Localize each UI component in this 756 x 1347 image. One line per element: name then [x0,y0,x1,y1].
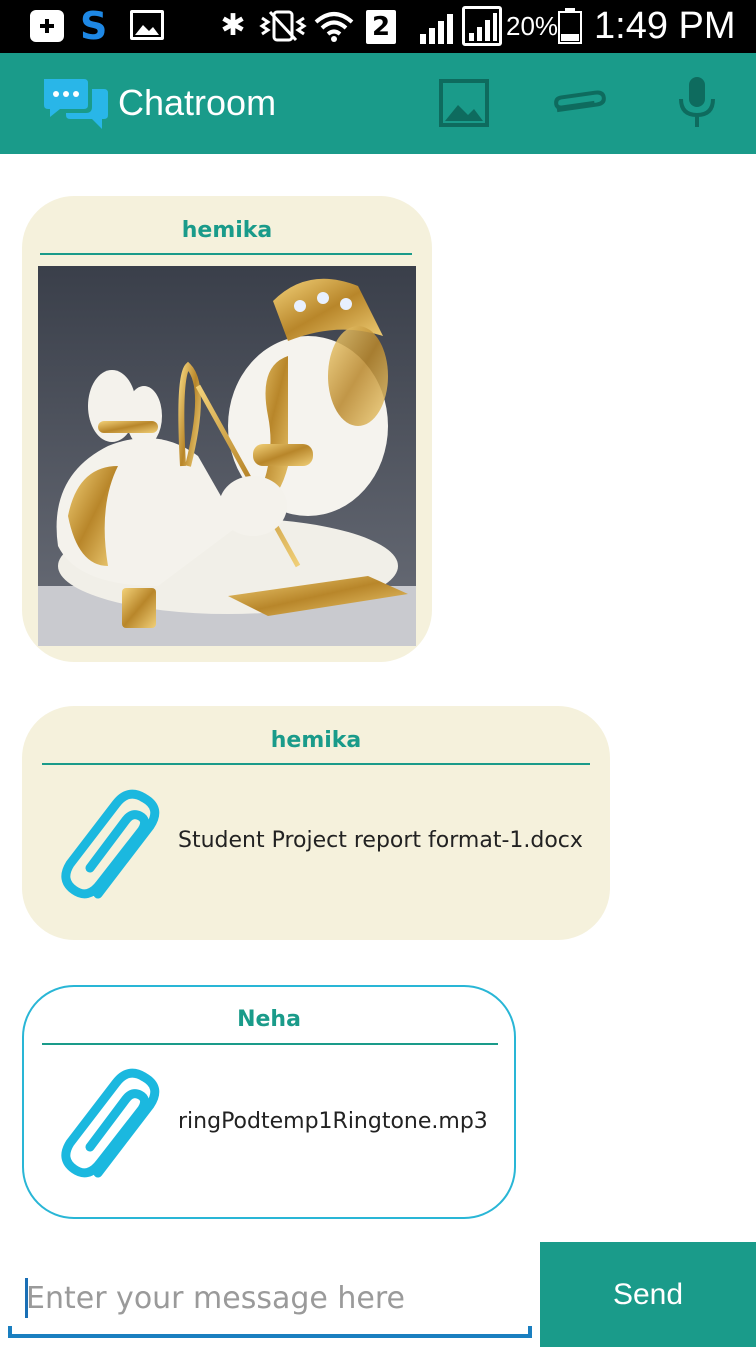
paperclip-icon [56,784,166,904]
message-composer [8,1258,532,1340]
sender-name: Neha [237,1007,301,1032]
bluetooth-icon: ✱ [220,8,246,43]
message-bubble[interactable]: Neha ringPodtemp1Ringtone.mp3 [22,985,516,1219]
clock: 1:49 PM [594,5,736,47]
status-bar: S ✱ 2 20% 1:49 PM [0,0,756,53]
file-name[interactable]: ringPodtemp1Ringtone.mp3 [178,1109,488,1134]
sender-name: hemika [270,728,362,753]
signal-r-icon [462,6,502,46]
image-icon [130,10,164,40]
message-bubble[interactable]: hemika [22,196,432,662]
vibrate-icon [258,8,308,44]
sender-name: hemika [181,218,273,243]
wifi-icon [312,8,356,44]
divider [42,1043,498,1045]
divider [40,253,412,255]
notification-plus-icon [30,10,64,42]
text-caret [25,1278,28,1318]
battery-icon [558,8,582,44]
message-input[interactable] [8,1258,532,1338]
send-button[interactable]: Send [540,1242,756,1347]
attach-icon[interactable] [548,75,606,131]
input-underline [8,1326,532,1338]
signal-icon [418,12,454,44]
gallery-icon[interactable] [436,75,494,131]
shared-image[interactable] [38,266,416,646]
divider [42,763,590,765]
chat-bubbles-icon [40,75,110,133]
sim-2-icon: 2 [366,10,396,44]
message-bubble[interactable]: hemika Student Project report format-1.d… [22,706,610,940]
mic-icon[interactable] [668,75,726,131]
battery-percent: 20% [506,11,559,41]
app-title: Chatroom [118,82,277,123]
app-bar: Chatroom [0,53,756,154]
s-app-icon: S [80,4,108,48]
paperclip-icon [56,1063,166,1183]
file-name[interactable]: Student Project report format-1.docx [178,828,583,853]
